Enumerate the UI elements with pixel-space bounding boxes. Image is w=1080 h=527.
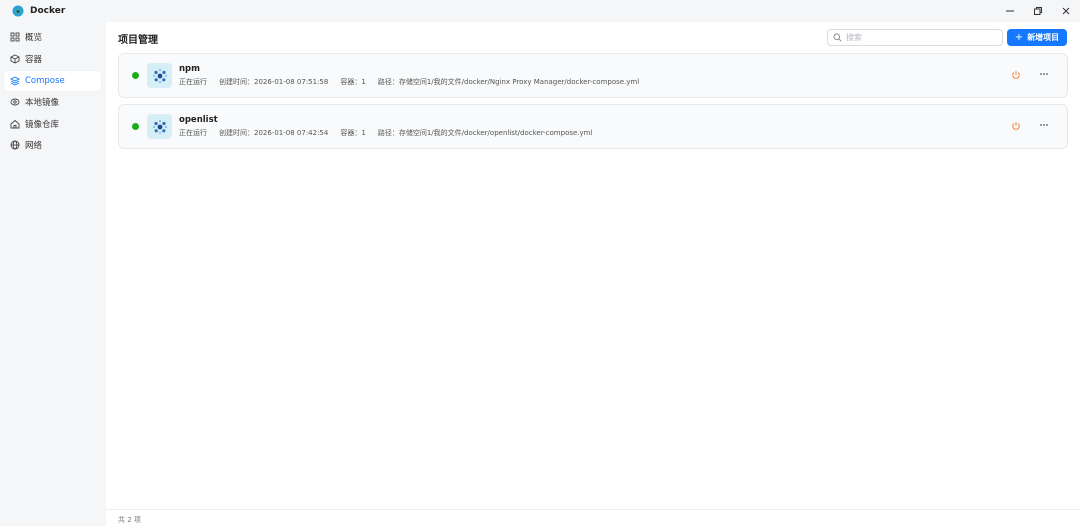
sidebar-item-registry[interactable]: 镜像仓库 (4, 114, 101, 134)
power-icon (1012, 122, 1020, 130)
close-icon (1062, 7, 1070, 15)
cube-icon (10, 54, 20, 64)
project-name: openlist (179, 115, 218, 125)
minimize-button[interactable] (996, 0, 1024, 22)
project-created: 创建时间：2026-01-08 07:51:58 (219, 78, 329, 86)
window-controls (996, 0, 1080, 22)
restore-icon (1034, 7, 1042, 15)
layers-icon (10, 76, 20, 86)
sidebar: 概览 容器 Compose 本地镜像 镜像仓库 网络 (0, 22, 106, 526)
project-meta: 正在运行 创建时间：2026-01-08 07:51:58 容器：1 路径：存储… (179, 77, 651, 87)
restore-button[interactable] (1024, 0, 1052, 22)
main-panel: 项目管理 + 新增项目 (106, 22, 1080, 527)
project-status: 正在运行 (179, 129, 207, 137)
footer-bar: 共 2 项 (106, 509, 1080, 527)
project-containers: 容器：1 (340, 129, 366, 137)
home-icon (10, 119, 20, 129)
search-input[interactable] (846, 33, 986, 42)
title-bar: Docker (0, 0, 1080, 22)
sidebar-item-local-images[interactable]: 本地镜像 (4, 92, 101, 112)
sidebar-item-network[interactable]: 网络 (4, 135, 101, 155)
power-button[interactable] (1010, 69, 1022, 81)
minimize-icon (1006, 10, 1014, 12)
sidebar-item-compose[interactable]: Compose (4, 71, 101, 91)
sidebar-item-label: Compose (25, 76, 65, 86)
grid-icon (10, 32, 20, 42)
project-meta: 正在运行 创建时间：2026-01-08 07:42:54 容器：1 路径：存储… (179, 128, 604, 138)
disc-icon (10, 97, 20, 107)
search-box[interactable] (827, 29, 1003, 46)
item-count: 共 2 项 (118, 516, 141, 524)
globe-icon (10, 140, 20, 150)
compose-project-icon (147, 63, 172, 88)
compose-project-icon (147, 114, 172, 139)
project-status: 正在运行 (179, 78, 207, 86)
power-button[interactable] (1010, 120, 1022, 132)
project-path: 路径：存储空间1/我的文件/docker/Nginx Proxy Manager… (377, 78, 640, 86)
project-name: npm (179, 64, 200, 74)
more-icon (1040, 124, 1048, 126)
status-running-dot (132, 123, 139, 130)
more-icon (1040, 73, 1048, 75)
status-running-dot (132, 72, 139, 79)
close-button[interactable] (1052, 0, 1080, 22)
sidebar-item-label: 网络 (25, 141, 43, 151)
app-window: Docker 概览 容器 Compose 本地镜像 镜像仓库 网络 项目管理 搜… (0, 0, 1080, 527)
more-button[interactable] (1037, 119, 1051, 131)
docker-logo-icon (12, 5, 24, 17)
project-created: 创建时间：2026-01-08 07:42:54 (219, 129, 329, 137)
sidebar-item-label: 概览 (25, 33, 43, 43)
more-button[interactable] (1037, 68, 1051, 80)
project-card[interactable]: npm 正在运行 创建时间：2026-01-08 07:51:58 容器：1 路… (118, 53, 1068, 98)
sidebar-item-label: 本地镜像 (25, 98, 60, 108)
page-title: 项目管理 (118, 35, 158, 46)
search-icon (833, 33, 842, 42)
sidebar-item-label: 容器 (25, 55, 43, 65)
add-project-label: 新增项目 (1027, 33, 1060, 42)
project-path: 路径：存储空间1/我的文件/docker/openlist/docker-com… (377, 129, 593, 137)
plus-icon: + (1014, 31, 1024, 43)
project-containers: 容器：1 (340, 78, 366, 86)
project-card[interactable]: openlist 正在运行 创建时间：2026-01-08 07:42:54 容… (118, 104, 1068, 149)
sidebar-item-containers[interactable]: 容器 (4, 49, 101, 69)
app-title: Docker (30, 6, 66, 16)
add-project-button[interactable]: + 新增项目 (1007, 29, 1067, 46)
sidebar-item-overview[interactable]: 概览 (4, 27, 101, 47)
sidebar-item-label: 镜像仓库 (25, 120, 60, 130)
power-icon (1012, 71, 1020, 79)
